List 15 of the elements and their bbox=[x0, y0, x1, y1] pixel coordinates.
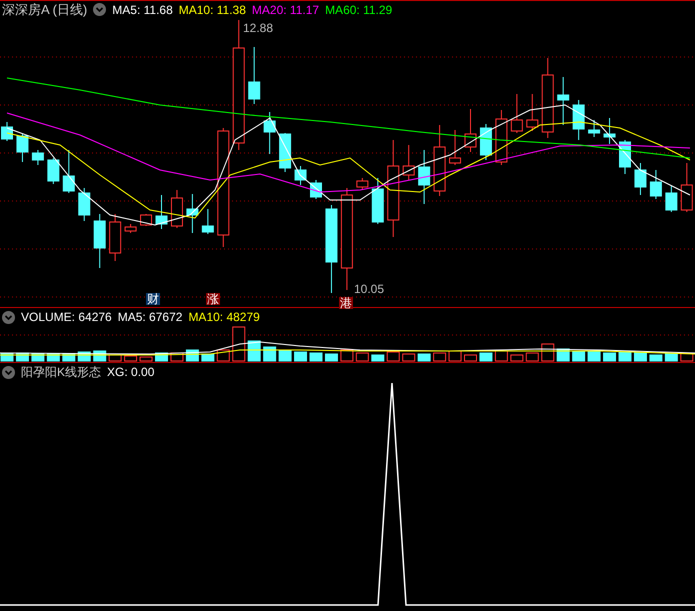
indicator-value: MA5: 11.68 bbox=[112, 4, 173, 16]
indicator-value: VOLUME: 64276 bbox=[21, 311, 112, 323]
low-price-label: 10.05 bbox=[354, 283, 384, 295]
indicator-value: XG: 0.00 bbox=[107, 366, 154, 378]
high-price-label: 12.88 bbox=[243, 22, 274, 34]
indicator-value: MA60: 11.29 bbox=[325, 4, 392, 16]
event-marker[interactable]: 港 bbox=[339, 297, 353, 309]
indicator-name: 阳孕阳K线形态 bbox=[21, 366, 102, 378]
indicator-value: MA5: 67672 bbox=[118, 311, 182, 323]
stock-title: 深深房A (日线) bbox=[2, 3, 88, 16]
indicator-value: MA10: 48279 bbox=[188, 311, 260, 323]
event-marker[interactable]: 涨 bbox=[206, 293, 220, 305]
indicator-value: MA20: 11.17 bbox=[252, 4, 320, 16]
indicator-value: MA10: 11.38 bbox=[178, 4, 246, 16]
event-marker[interactable]: 财 bbox=[146, 293, 160, 305]
